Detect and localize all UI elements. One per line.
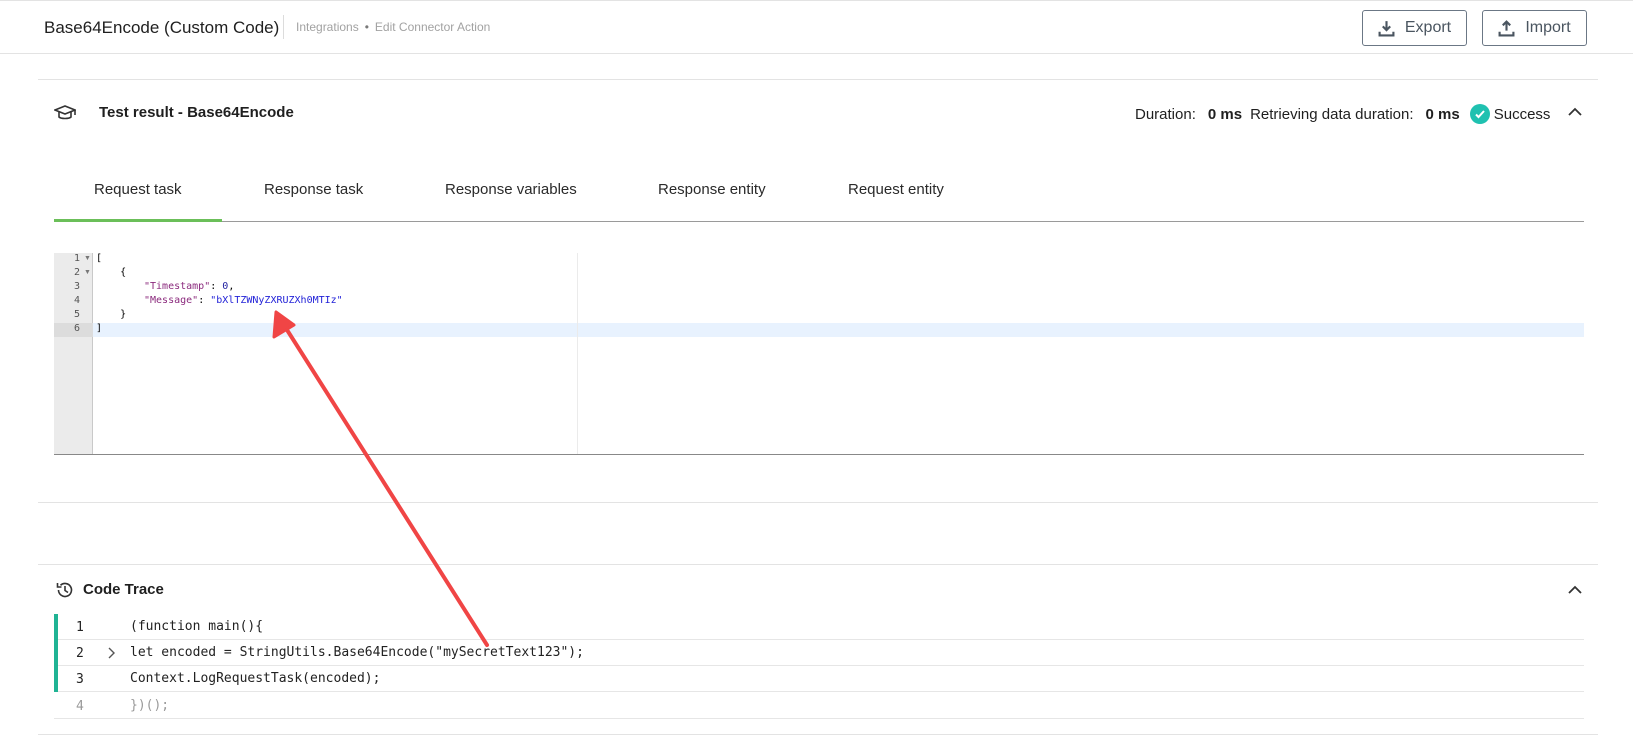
trace-row[interactable]: 4 })();	[54, 693, 1584, 719]
download-icon	[1378, 20, 1395, 36]
section-divider	[38, 79, 1598, 80]
code-line: {	[96, 267, 127, 278]
page-title: Base64Encode (Custom Code)	[44, 18, 280, 37]
title-divider	[283, 15, 284, 39]
retrieving-duration-value: 0 ms	[1425, 105, 1460, 123]
line-number: 4	[73, 295, 80, 306]
upload-icon	[1498, 19, 1515, 36]
duration-value: 0 ms	[1207, 105, 1243, 123]
trace-code: (function main(){	[130, 619, 264, 634]
json-string: "bXlTZWNyZXRUZXh0MTIz"	[210, 295, 343, 306]
breadcrumb-integrations[interactable]: Integrations	[296, 20, 359, 34]
line-number: 2	[73, 267, 80, 278]
fold-toggle-icon[interactable]: ▼	[84, 269, 91, 276]
success-check-icon	[1469, 104, 1490, 124]
graduation-cap-icon	[54, 105, 76, 120]
history-icon	[56, 582, 73, 598]
executed-line-marker	[54, 640, 58, 666]
code-line: ]	[96, 323, 103, 334]
executed-line-marker	[54, 614, 58, 640]
print-margin	[577, 253, 578, 454]
page-header: Base64Encode (Custom Code) Integrations …	[0, 0, 1633, 54]
trace-line-number: 1	[76, 620, 84, 635]
section-divider	[38, 502, 1598, 503]
section-divider	[38, 564, 1598, 565]
import-button[interactable]: Import	[1482, 10, 1587, 46]
json-key: "Timestamp"	[144, 281, 211, 292]
trace-line-number: 3	[76, 672, 84, 687]
section-divider	[38, 734, 1598, 735]
code-trace-title: Code Trace	[83, 581, 164, 598]
result-tabs: Request task Response task Response vari…	[54, 176, 1584, 222]
line-number: 3	[73, 281, 80, 292]
json-code-editor[interactable]: 1 ▼ 2 ▼ 3 4 5 6 [ { "Timestamp": 0, "Mes…	[54, 253, 1584, 455]
test-result-stats: Duration: 0 ms Retrieving data duration:…	[1135, 104, 1550, 124]
tab-response-variables[interactable]: Response variables	[445, 181, 577, 221]
json-colon: :	[210, 281, 223, 292]
trace-line-number: 4	[76, 699, 84, 714]
line-number: 1	[73, 253, 80, 264]
executed-line-marker	[54, 666, 58, 692]
tab-response-task[interactable]: Response task	[264, 181, 363, 221]
tab-request-task[interactable]: Request task	[54, 181, 221, 222]
trace-code: })();	[130, 698, 170, 713]
json-comma: ,	[228, 281, 235, 292]
breadcrumb-edit-connector-action: Edit Connector Action	[374, 20, 491, 34]
line-number: 6	[73, 323, 80, 334]
trace-row[interactable]: 3 Context.LogRequestTask(encoded);	[54, 666, 1584, 692]
trace-code: Context.LogRequestTask(encoded);	[130, 671, 381, 686]
active-line-highlight	[93, 323, 1584, 337]
fold-toggle-icon[interactable]: ▼	[84, 255, 91, 262]
trace-row[interactable]: 2 let encoded = StringUtils.Base64Encode…	[54, 640, 1584, 666]
tab-response-entity[interactable]: Response entity	[658, 181, 766, 221]
trace-row[interactable]: 1 (function main(){	[54, 614, 1584, 640]
import-label: Import	[1525, 19, 1571, 36]
code-line: }	[96, 309, 127, 320]
collapse-code-trace-chevron-up-icon[interactable]	[1567, 585, 1583, 595]
trace-code: let encoded = StringUtils.Base64Encode("…	[130, 645, 584, 660]
code-line: [	[96, 253, 103, 264]
export-label: Export	[1404, 19, 1452, 36]
retrieving-duration-label: Retrieving data duration:	[1250, 105, 1414, 123]
status-badge: Success	[1493, 105, 1551, 123]
json-colon: :	[198, 295, 211, 306]
breadcrumb-separator: •	[364, 20, 369, 34]
code-line: "Message": "bXlTZWNyZXRUZXh0MTIz"	[144, 295, 343, 306]
trace-line-number: 2	[76, 646, 84, 661]
chevron-right-icon[interactable]	[106, 646, 116, 660]
test-result-title: Test result - Base64Encode	[99, 104, 294, 121]
breadcrumb: Integrations • Edit Connector Action	[296, 20, 490, 34]
code-line: "Timestamp": 0,	[144, 281, 234, 292]
duration-label: Duration:	[1135, 105, 1196, 123]
export-button[interactable]: Export	[1362, 10, 1467, 46]
collapse-test-result-chevron-up-icon[interactable]	[1567, 107, 1583, 117]
json-key: "Message"	[144, 295, 199, 306]
tab-request-entity[interactable]: Request entity	[848, 181, 944, 221]
line-number: 5	[73, 309, 80, 320]
